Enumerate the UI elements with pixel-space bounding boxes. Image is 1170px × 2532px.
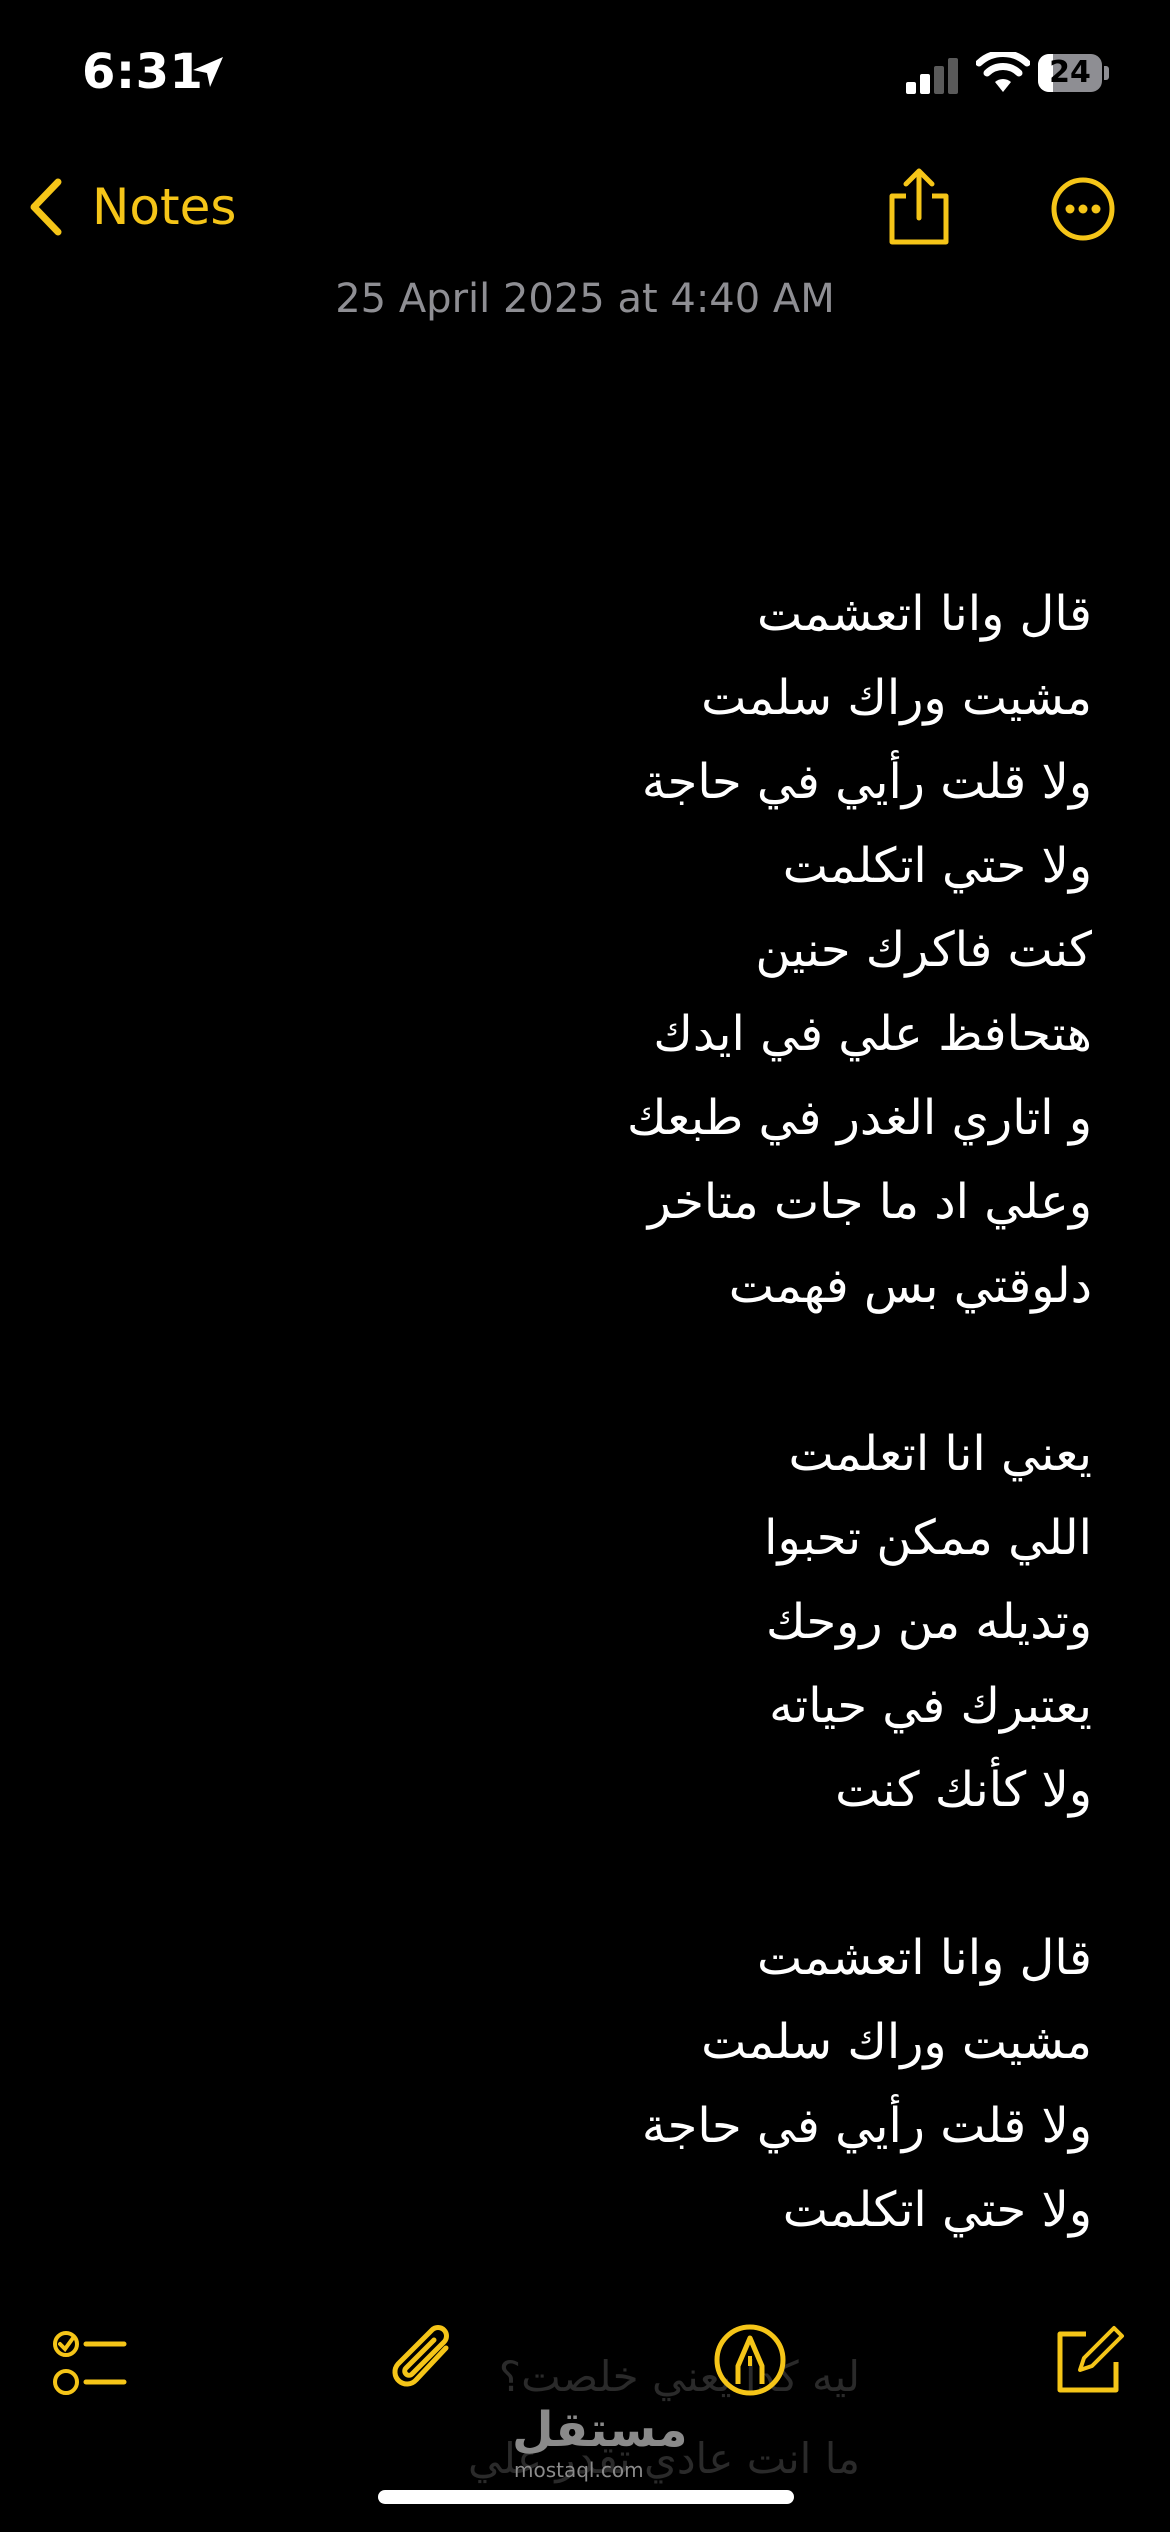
watermark-logo: مستقل [512,2402,688,2458]
note-blank-line [92,1832,1092,1916]
note-text-line: يعتبرك في حياته [769,1678,1092,1734]
note-text-line: قال وانا اتعشمت [756,586,1092,642]
note-text-line: و اتاري الغدر في طبعك [626,1090,1092,1146]
status-time: 6:31 [82,44,204,100]
note-text-line: قال وانا اتعشمت [756,1930,1092,1986]
note-text-line: اللي ممكن تحبوا [764,1510,1092,1566]
note-text-line: كنت فاكرك حنين [755,922,1092,978]
note-text-line: دلوقتي بس فهمت [728,1258,1092,1314]
note-text-line: ولا كأنك كنت [835,1762,1092,1818]
ellipsis-circle-icon[interactable] [1050,176,1116,242]
checklist-icon[interactable] [52,2326,128,2402]
battery-level-text: 24 [1049,55,1091,90]
note-date: 25 April 2025 at 4:40 AM [335,276,835,322]
note-body[interactable]: قال وانا اتعشمت مشيت وراك سلمت ولا قلت رأي… [92,572,1092,2252]
note-text-line: ولا حتي اتكلمت [782,2182,1092,2238]
note-text-line: وتديله من روحك [766,1594,1092,1650]
battery-cap [1104,66,1109,80]
battery-indicator: 24 [1038,54,1110,92]
note-text-line: مشيت وراك سلمت [701,2014,1092,2070]
home-indicator[interactable] [378,2490,794,2504]
note-text-line: مشيت وراك سلمت [701,670,1092,726]
compose-icon[interactable] [1050,2322,1126,2398]
location-arrow-icon [193,57,223,87]
back-button-notes[interactable]: Notes [92,176,236,238]
watermark-url: mostaql.com [514,2458,644,2482]
wifi-icon [976,52,1030,92]
note-text-line: يعني انا اتعلمت [788,1426,1092,1482]
paperclip-icon[interactable] [388,2322,464,2398]
note-text-line: ولا قلت رأيي في حاجة [641,754,1092,810]
notes-screen: 6:31 24 Notes 25 April 2025 at 4:40 AM ق… [0,0,1170,2532]
cellular-signal-icon [906,58,958,94]
pen-tip-icon[interactable] [712,2322,788,2398]
chevron-left-icon[interactable] [26,176,66,238]
note-text-line: هتحافظ علي في ايدك [653,1006,1092,1062]
note-text-line: ولا حتي اتكلمت [782,838,1092,894]
note-text-line: وعلي اد ما جات متاخر [647,1174,1092,1230]
note-blank-line [92,1328,1092,1412]
note-text-line: ولا قلت رأيي في حاجة [641,2098,1092,2154]
overflow-text-line: ليه كدا يعني خلصت؟ [498,2352,860,2401]
share-icon[interactable] [884,168,954,248]
